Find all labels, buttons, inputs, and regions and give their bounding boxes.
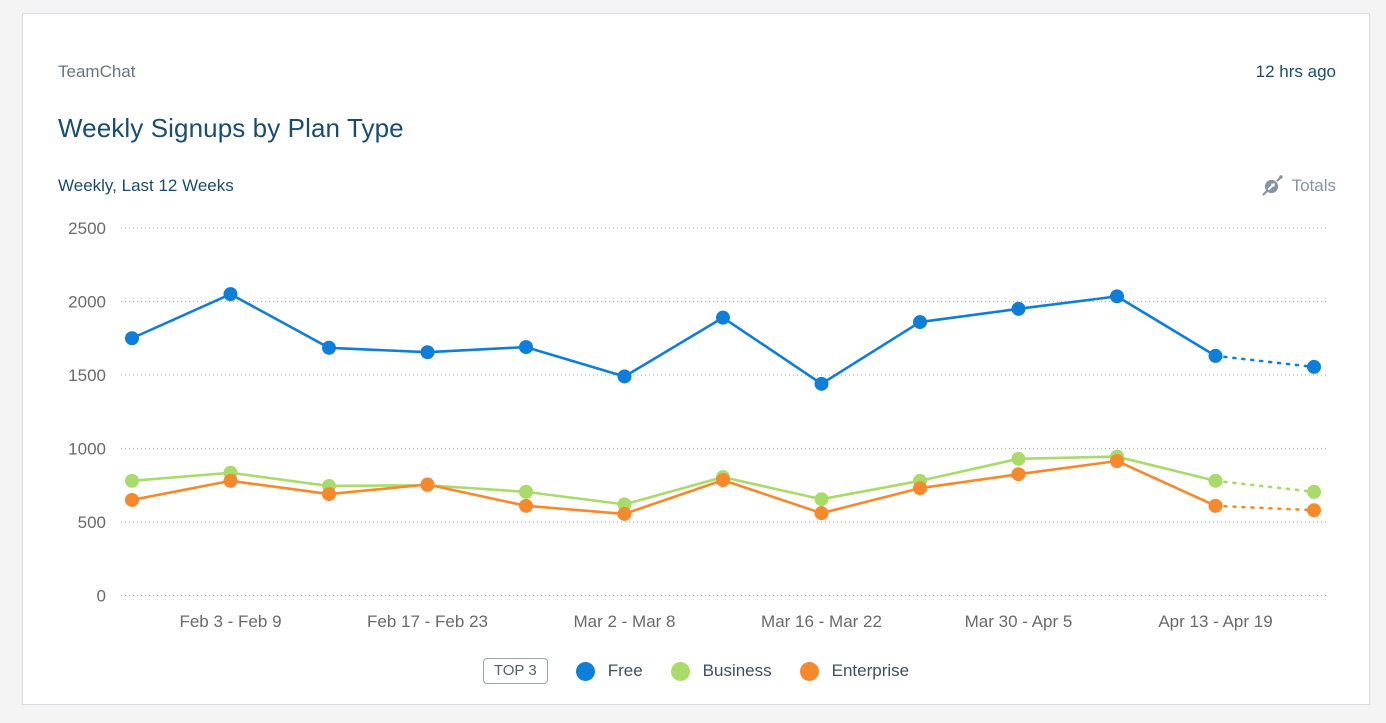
series-line-business [1216,481,1315,492]
data-point-free[interactable] [125,331,139,345]
series-line-enterprise [822,488,921,513]
series-line-free [132,294,231,338]
data-point-business[interactable] [125,474,139,488]
data-point-free[interactable] [224,287,238,301]
data-point-free[interactable] [1307,360,1321,374]
series-line-enterprise [526,506,625,514]
business-series-dot-icon [671,662,690,681]
data-point-enterprise[interactable] [716,473,730,487]
series-line-free [1019,296,1118,308]
x-axis-tick-label: Mar 30 - Apr 5 [965,612,1073,631]
y-axis-tick-label: 1500 [68,366,106,385]
data-point-business[interactable] [1307,485,1321,499]
totals-label: Totals [1292,176,1336,196]
card-header: TeamChat 12 hrs ago [58,62,1336,82]
legend-label: Free [608,661,643,681]
subtitle-row: Weekly, Last 12 Weeks Totals [58,174,1336,197]
x-axis-tick-label: Mar 2 - Mar 8 [573,612,675,631]
data-point-free[interactable] [1110,289,1124,303]
x-axis-tick-label: Apr 13 - Apr 19 [1158,612,1272,631]
chart-title: Weekly Signups by Plan Type [58,113,404,144]
totals-icon [1261,174,1284,197]
data-point-enterprise[interactable] [125,493,139,507]
dashboard-card: TeamChat 12 hrs ago Weekly Signups by Pl… [22,13,1370,705]
y-axis-tick-label: 2500 [68,219,106,238]
legend-item-business[interactable]: Business [671,661,772,681]
data-point-enterprise[interactable] [1110,454,1124,468]
chart-canvas: 0 500 1000 1500 2000 2500 Feb 3 - Feb 9 Feb 17 … [23,214,1371,646]
series-line-free [920,309,1019,322]
data-point-enterprise[interactable] [322,487,336,501]
x-axis-tick-label: Mar 16 - Mar 22 [761,612,882,631]
chart-subtitle: Weekly, Last 12 Weeks [58,176,234,196]
data-point-free[interactable] [421,345,435,359]
last-updated: 12 hrs ago [1256,62,1336,82]
data-point-business[interactable] [519,485,533,499]
data-point-enterprise[interactable] [1307,503,1321,517]
data-point-business[interactable] [1012,452,1026,466]
series-line-business [625,477,724,504]
data-point-enterprise[interactable] [421,478,435,492]
enterprise-series-dot-icon [800,662,819,681]
series-line-free [625,318,724,377]
series-line-free [723,318,822,384]
data-point-enterprise[interactable] [618,507,632,521]
y-axis-tick-label: 1000 [68,440,106,459]
data-point-business[interactable] [815,492,829,506]
data-point-free[interactable] [519,340,533,354]
series-line-free [428,347,527,352]
data-point-business[interactable] [1209,474,1223,488]
series-line-enterprise [625,480,724,514]
data-point-enterprise[interactable] [1012,467,1026,481]
data-point-free[interactable] [618,369,632,383]
data-point-free[interactable] [815,377,829,391]
data-point-free[interactable] [913,315,927,329]
data-point-free[interactable] [1209,349,1223,363]
chart-legend: TOP 3 Free Business Enterprise [23,658,1369,684]
y-axis-tick-label: 2000 [68,293,106,312]
x-axis-tick-label: Feb 17 - Feb 23 [367,612,488,631]
series-line-business [526,492,625,504]
data-point-free[interactable] [322,341,336,355]
data-point-enterprise[interactable] [1209,499,1223,513]
series-line-business [132,473,231,481]
free-series-dot-icon [576,662,595,681]
y-axis-tick-label: 0 [97,587,106,606]
data-point-enterprise[interactable] [815,506,829,520]
legend-label: Enterprise [832,661,909,681]
series-line-business [822,481,921,499]
top3-badge: TOP 3 [483,658,548,684]
x-axis-tick-label: Feb 3 - Feb 9 [179,612,281,631]
data-point-free[interactable] [716,311,730,325]
data-point-enterprise[interactable] [519,499,533,513]
series-line-free [1117,296,1216,356]
series-line-enterprise [132,481,231,500]
series-line-enterprise [1019,461,1118,474]
series-line-free [231,294,330,348]
data-point-enterprise[interactable] [913,481,927,495]
series-line-free [1216,356,1315,367]
data-point-enterprise[interactable] [224,474,238,488]
totals-toggle[interactable]: Totals [1261,174,1336,197]
series-line-enterprise [1216,506,1315,510]
data-point-free[interactable] [1012,302,1026,316]
y-axis-tick-label: 500 [78,513,106,532]
source-name: TeamChat [58,62,135,82]
legend-item-free[interactable]: Free [576,661,643,681]
series-line-free [329,348,428,352]
series-line-free [526,347,625,376]
legend-item-enterprise[interactable]: Enterprise [800,661,909,681]
line-chart: 0 500 1000 1500 2000 2500 Feb 3 - Feb 9 Feb 17 … [23,214,1371,646]
legend-label: Business [703,661,772,681]
series-line-business [1019,457,1118,459]
